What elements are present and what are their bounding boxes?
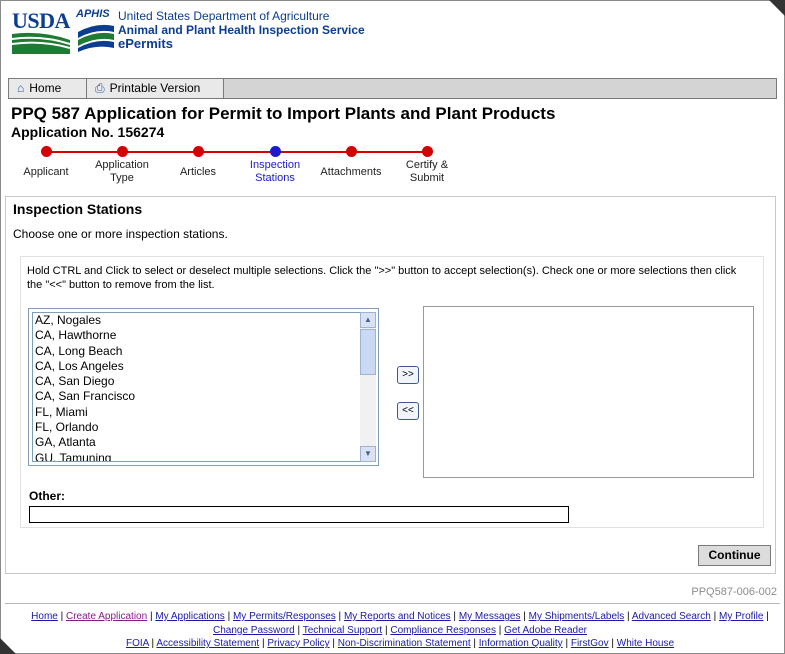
step-label: Articles xyxy=(179,166,217,178)
footer-link-my-permits[interactable]: My Permits/Responses xyxy=(233,611,336,622)
footer-link-accessibility[interactable]: Accessibility Statement xyxy=(156,638,259,649)
page-id: PPQ587-006-002 xyxy=(691,586,777,598)
footer-link-non-discrimination[interactable]: Non-Discrimination Statement xyxy=(338,638,471,649)
aphis-logo-text: APHIS xyxy=(76,8,110,20)
step-certify-submit[interactable]: Certify & Submit xyxy=(389,145,465,185)
home-icon: ⌂ xyxy=(17,81,25,95)
step-inspection-stations[interactable]: Inspection Stations xyxy=(237,145,313,185)
footer-link-home[interactable]: Home xyxy=(31,611,58,622)
footer-link-advanced-search[interactable]: Advanced Search xyxy=(632,611,711,622)
available-stations-listbox[interactable]: AZ, Nogales CA, Hawthorne CA, Long Beach… xyxy=(28,308,379,466)
continue-button[interactable]: Continue xyxy=(698,545,771,566)
station-option[interactable]: CA, Hawthorne xyxy=(33,328,364,343)
step-marker xyxy=(192,146,204,157)
footer-link-my-shipments[interactable]: My Shipments/Labels xyxy=(529,611,625,622)
toolbar: ⌂ Home ⎙ Printable Version xyxy=(8,78,777,99)
station-option[interactable]: CA, Los Angeles xyxy=(33,359,364,374)
step-marker xyxy=(421,146,433,157)
usda-logo[interactable]: USDA xyxy=(12,8,70,54)
station-option[interactable]: CA, San Francisco xyxy=(33,389,364,404)
usda-logo-text: USDA xyxy=(12,8,70,33)
home-button[interactable]: ⌂ Home xyxy=(9,79,87,98)
step-applicant[interactable]: Applicant xyxy=(8,145,84,179)
agency-line-2: Animal and Plant Health Inspection Servi… xyxy=(118,23,365,37)
step-attachments[interactable]: Attachments xyxy=(313,145,389,179)
application-number: Application No. 156274 xyxy=(11,124,165,140)
footer-link-technical-support[interactable]: Technical Support xyxy=(303,625,383,636)
page-corner-bottom-left xyxy=(0,638,16,654)
footer-link-my-applications[interactable]: My Applications xyxy=(155,611,224,622)
home-button-label: Home xyxy=(29,81,62,95)
app-name: ePermits xyxy=(118,36,173,51)
station-option[interactable]: CA, Long Beach xyxy=(33,344,364,359)
step-articles[interactable]: Articles xyxy=(160,145,236,179)
inspection-stations-panel: Inspection Stations Choose one or more i… xyxy=(5,196,776,574)
site-header: USDA APHIS United States Department of A… xyxy=(8,6,778,62)
add-selection-button[interactable]: >> xyxy=(397,366,419,384)
footer-link-white-house[interactable]: White House xyxy=(617,638,674,649)
step-label: Attachments xyxy=(320,166,382,178)
listbox-scrollbar[interactable]: ▲ ▼ xyxy=(360,312,376,462)
footer-link-change-password[interactable]: Change Password xyxy=(213,625,295,636)
footer-link-privacy[interactable]: Privacy Policy xyxy=(267,638,329,649)
other-station-input[interactable] xyxy=(29,506,569,523)
step-label: Certify & Submit xyxy=(405,159,449,184)
footer-link-my-reports[interactable]: My Reports and Notices xyxy=(344,611,451,622)
selection-instructions: Hold CTRL and Click to select or deselec… xyxy=(27,265,737,291)
scroll-up-icon[interactable]: ▲ xyxy=(360,312,376,328)
footer-row-2: FOIA | Accessibility Statement | Privacy… xyxy=(125,638,675,649)
printable-version-button[interactable]: ⎙ Printable Version xyxy=(87,79,224,98)
scroll-down-icon[interactable]: ▼ xyxy=(360,446,376,462)
step-label: Applicant xyxy=(23,166,69,178)
footer-link-my-messages[interactable]: My Messages xyxy=(459,611,521,622)
footer-link-create-application[interactable]: Create Application xyxy=(66,611,147,622)
step-marker-current xyxy=(269,146,281,157)
footer-row-1: Home | Create Application | My Applicati… xyxy=(31,611,769,636)
step-marker xyxy=(345,146,357,157)
scrollbar-thumb[interactable] xyxy=(360,329,376,375)
footer-link-information-quality[interactable]: Information Quality xyxy=(479,638,563,649)
agency-line-1: United States Department of Agriculture xyxy=(118,9,330,23)
other-label: Other: xyxy=(29,489,65,503)
station-selector: Hold CTRL and Click to select or deselec… xyxy=(20,256,764,528)
footer-link-adobe-reader[interactable]: Get Adobe Reader xyxy=(504,625,587,636)
footer-link-foia[interactable]: FOIA xyxy=(126,638,149,649)
step-marker xyxy=(40,146,52,157)
section-subtitle: Choose one or more inspection stations. xyxy=(13,227,228,241)
printable-version-label: Printable Version xyxy=(109,81,201,95)
aphis-logo[interactable]: APHIS xyxy=(76,8,116,52)
footer-links: Home | Create Application | My Applicati… xyxy=(20,610,780,651)
station-option[interactable]: GA, Atlanta xyxy=(33,435,364,450)
station-option[interactable]: GU, Tamuning xyxy=(33,451,364,461)
section-title: Inspection Stations xyxy=(13,201,143,217)
progress-steps: Applicant Application Type Articles Insp… xyxy=(8,145,468,190)
footer-link-firstgov[interactable]: FirstGov xyxy=(571,638,609,649)
usda-logo-graphic xyxy=(12,32,70,54)
agency-name: United States Department of Agriculture … xyxy=(118,9,365,51)
step-application-type[interactable]: Application Type xyxy=(84,145,160,185)
station-option[interactable]: AZ, Nogales xyxy=(33,313,364,328)
station-option[interactable]: FL, Miami xyxy=(33,405,364,420)
printer-icon: ⎙ xyxy=(95,81,105,95)
page-title: PPQ 587 Application for Permit to Import… xyxy=(11,104,556,123)
remove-selection-button[interactable]: << xyxy=(397,402,419,420)
available-stations-list[interactable]: AZ, Nogales CA, Hawthorne CA, Long Beach… xyxy=(32,312,365,462)
selected-stations-listbox[interactable] xyxy=(423,306,754,478)
aphis-logo-graphic xyxy=(78,24,114,52)
station-option[interactable]: CA, San Diego xyxy=(33,374,364,389)
step-label: Inspection Stations xyxy=(249,159,301,184)
step-marker xyxy=(116,146,128,157)
footer-link-compliance-responses[interactable]: Compliance Responses xyxy=(390,625,496,636)
footer-divider xyxy=(5,603,780,604)
step-label: Application Type xyxy=(95,159,149,184)
station-option[interactable]: FL, Orlando xyxy=(33,420,364,435)
footer-link-my-profile[interactable]: My Profile xyxy=(719,611,763,622)
